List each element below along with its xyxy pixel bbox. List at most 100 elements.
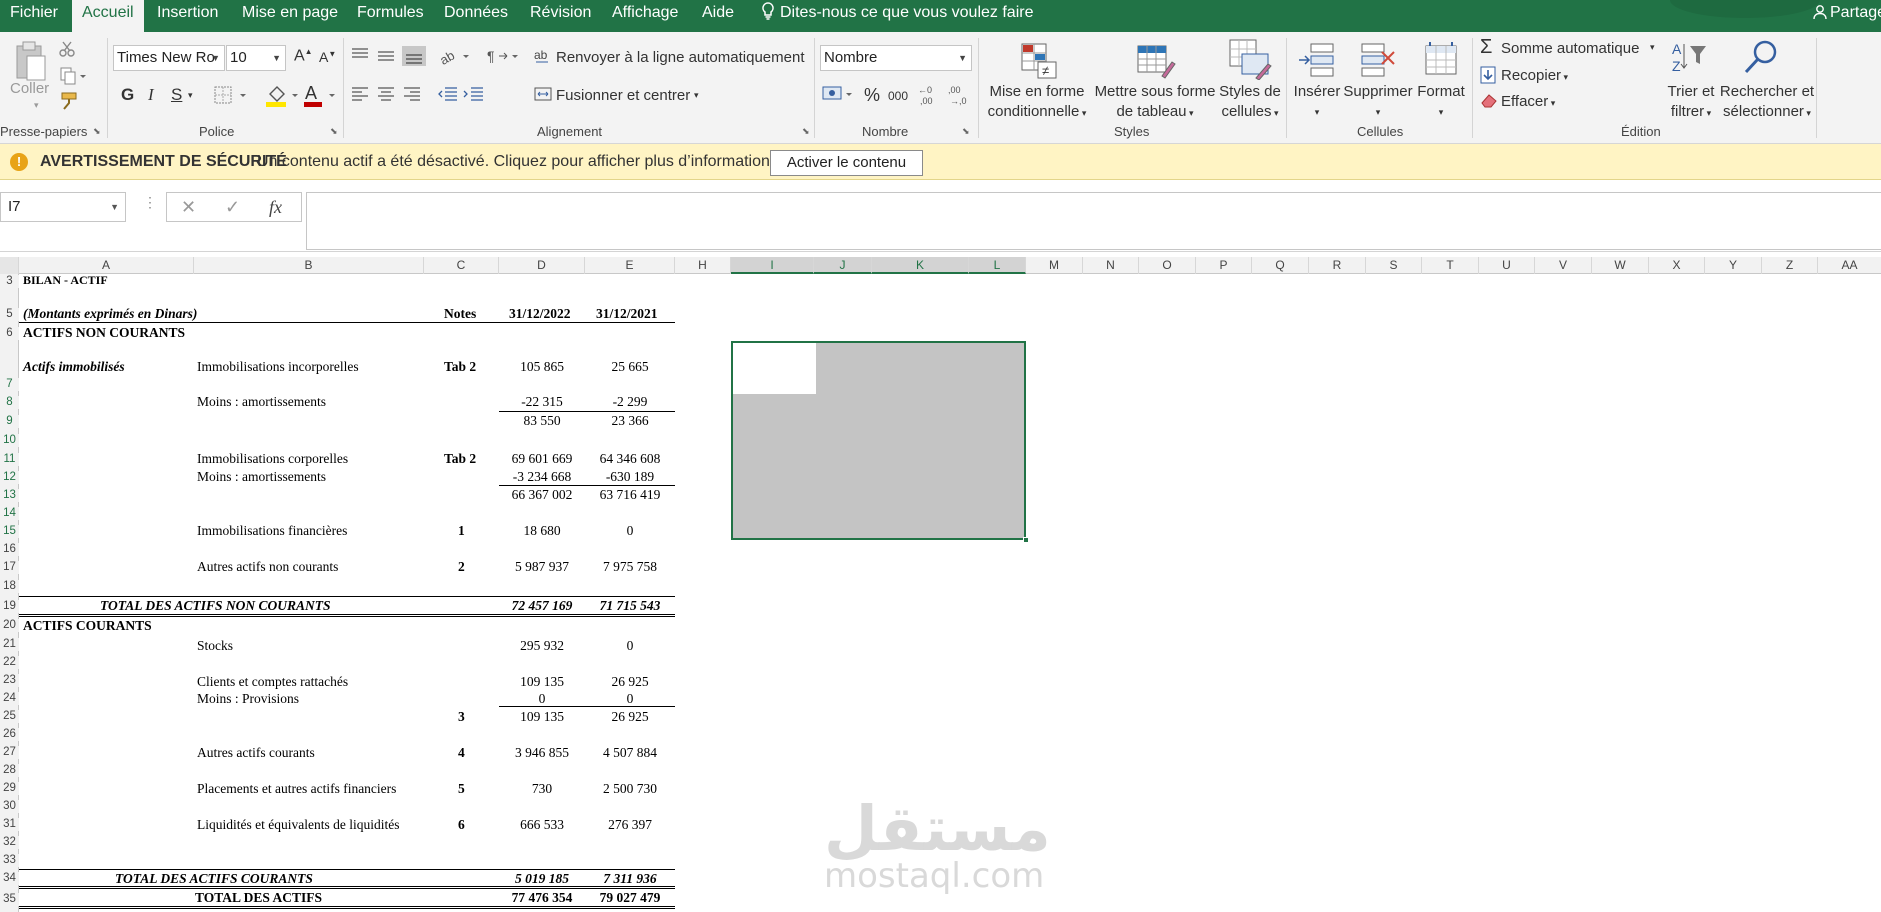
row-header[interactable]: 25 bbox=[0, 710, 19, 723]
row-label[interactable]: Liquidités et équivalents de liquidités bbox=[197, 817, 399, 833]
row-header[interactable]: 6 bbox=[0, 327, 19, 340]
row-note[interactable]: Tab 2 bbox=[444, 359, 476, 375]
row-header[interactable]: 20 bbox=[0, 619, 19, 632]
number-launcher-icon[interactable]: ⬊ bbox=[962, 126, 970, 137]
value-2021[interactable]: 4 507 884 bbox=[585, 745, 675, 761]
value-2021[interactable]: 26 925 bbox=[585, 709, 675, 725]
tab-insert[interactable]: Insertion bbox=[157, 0, 218, 32]
total-value-2021[interactable]: 7 311 936 bbox=[585, 871, 675, 887]
row-label[interactable]: Placements et autres actifs financiers bbox=[197, 781, 396, 797]
autosum-dropdown-icon[interactable]: ▾ bbox=[1650, 42, 1655, 53]
row-header[interactable]: 33 bbox=[0, 854, 19, 867]
value-2022[interactable]: 5 987 937 bbox=[499, 559, 585, 575]
row-label[interactable]: Clients et comptes rattachés bbox=[197, 674, 348, 690]
splitter-dots-icon[interactable]: ⋮ bbox=[143, 194, 157, 211]
row-note[interactable]: 2 bbox=[458, 559, 465, 575]
accounting-format-icon[interactable] bbox=[822, 84, 854, 106]
merge-center-button[interactable]: Fusionner et centrer bbox=[556, 87, 690, 104]
format-cells-button[interactable]: Format ▾ bbox=[1412, 82, 1470, 122]
row-header[interactable]: 13 bbox=[0, 489, 19, 502]
fill-button[interactable]: Recopier ▾ bbox=[1501, 67, 1568, 84]
column-header-e[interactable]: E bbox=[585, 257, 675, 274]
find-select-button[interactable]: Rechercher et sélectionner ▾ bbox=[1714, 82, 1820, 123]
name-box[interactable]: I7 ▼ bbox=[0, 192, 126, 222]
value-2021[interactable]: 276 397 bbox=[585, 817, 675, 833]
tab-file[interactable]: Fichier bbox=[10, 0, 58, 32]
value-2021[interactable]: 26 925 bbox=[585, 674, 675, 690]
column-header-u[interactable]: U bbox=[1479, 257, 1535, 274]
row-header[interactable]: 34 bbox=[0, 872, 19, 885]
row-label[interactable]: Autres actifs non courants bbox=[197, 559, 338, 575]
insert-cells-button[interactable]: Insérer ▾ bbox=[1290, 82, 1344, 122]
row-header[interactable]: 24 bbox=[0, 692, 19, 705]
row-header[interactable]: 12 bbox=[0, 471, 19, 484]
value-2022[interactable]: 730 bbox=[499, 781, 585, 797]
row-label[interactable]: Immobilisations incorporelles bbox=[197, 359, 359, 375]
vertical-align-icons[interactable] bbox=[350, 46, 428, 66]
paste-button[interactable]: Coller bbox=[10, 80, 49, 97]
formula-input[interactable] bbox=[306, 192, 1881, 250]
font-name-select[interactable]: Times New Ro ▼ bbox=[113, 45, 225, 71]
total-label[interactable]: TOTAL DES ACTIFS NON COURANTS bbox=[100, 598, 331, 614]
value-2022[interactable]: 69 601 669 bbox=[499, 451, 585, 467]
alignment-launcher-icon[interactable]: ⬊ bbox=[802, 126, 810, 137]
value-2021[interactable]: -630 189 bbox=[585, 469, 675, 485]
format-as-table-button[interactable]: Mettre sous forme de tableau ▾ bbox=[1092, 82, 1218, 123]
column-header-b[interactable]: B bbox=[194, 257, 424, 274]
column-header-l[interactable]: L bbox=[969, 257, 1026, 274]
currency-note[interactable]: (Montants exprimés en Dinars) bbox=[23, 306, 197, 322]
row-header[interactable]: 28 bbox=[0, 764, 19, 777]
row-header[interactable]: 9 bbox=[0, 415, 19, 428]
row-header[interactable]: 3 bbox=[0, 275, 19, 288]
indent-icons[interactable] bbox=[437, 84, 485, 104]
cell-selection-range[interactable] bbox=[731, 341, 1029, 543]
row-header[interactable]: 19 bbox=[0, 600, 19, 613]
value-2022[interactable]: 66 367 002 bbox=[499, 487, 585, 503]
column-header-q[interactable]: Q bbox=[1252, 257, 1309, 274]
underline-dropdown-icon[interactable]: ▾ bbox=[188, 90, 193, 101]
row-note[interactable]: 6 bbox=[458, 817, 465, 833]
column-header-n[interactable]: N bbox=[1083, 257, 1139, 274]
italic-button[interactable]: I bbox=[148, 85, 154, 105]
security-warning-message[interactable]: Un contenu actif a été désactivé. Clique… bbox=[257, 153, 782, 171]
section-non-current-assets[interactable]: ACTIFS NON COURANTS bbox=[23, 325, 185, 341]
column-header-v[interactable]: V bbox=[1535, 257, 1592, 274]
total-value-2022[interactable]: 5 019 185 bbox=[499, 871, 585, 887]
row-header[interactable]: 26 bbox=[0, 728, 19, 741]
total-value-2021[interactable]: 71 715 543 bbox=[585, 598, 675, 614]
borders-icon[interactable] bbox=[214, 86, 248, 104]
format-painter-icon[interactable] bbox=[60, 92, 80, 110]
value-2022[interactable]: 105 865 bbox=[499, 359, 585, 375]
font-launcher-icon[interactable]: ⬊ bbox=[330, 126, 338, 137]
clipboard-launcher-icon[interactable]: ⬊ bbox=[93, 126, 101, 137]
tab-review[interactable]: Révision bbox=[530, 0, 591, 32]
row-header[interactable]: 8 bbox=[0, 396, 19, 409]
row-note[interactable]: Tab 2 bbox=[444, 451, 476, 467]
number-format-select[interactable]: Nombre ▼ bbox=[820, 45, 972, 71]
wrap-text-button[interactable]: Renvoyer à la ligne automatiquement bbox=[556, 49, 804, 66]
column-header-a[interactable]: A bbox=[19, 257, 194, 274]
column-header-t[interactable]: T bbox=[1422, 257, 1479, 274]
row-label[interactable]: Moins : amortissements bbox=[197, 394, 326, 410]
delete-cells-button[interactable]: Supprimer ▾ bbox=[1342, 82, 1414, 122]
column-header-r[interactable]: R bbox=[1309, 257, 1366, 274]
row-header[interactable]: 17 bbox=[0, 561, 19, 574]
tab-page-layout[interactable]: Mise en page bbox=[242, 0, 338, 32]
row-header[interactable]: 23 bbox=[0, 674, 19, 687]
font-size-select[interactable]: 10 ▼ bbox=[226, 45, 286, 71]
header-notes[interactable]: Notes bbox=[444, 306, 476, 322]
row-header[interactable]: 16 bbox=[0, 543, 19, 556]
row-header[interactable]: 27 bbox=[0, 746, 19, 759]
sort-filter-button[interactable]: Trier et filtrer ▾ bbox=[1660, 82, 1722, 123]
total-label[interactable]: TOTAL DES ACTIFS COURANTS bbox=[115, 871, 313, 887]
underline-button[interactable]: S bbox=[171, 85, 182, 105]
row-header[interactable]: 11 bbox=[0, 453, 19, 466]
value-2021[interactable]: -2 299 bbox=[585, 394, 675, 410]
horizontal-align-icons[interactable] bbox=[350, 84, 428, 104]
value-2022[interactable]: 18 680 bbox=[499, 523, 585, 539]
column-header-y[interactable]: Y bbox=[1705, 257, 1762, 274]
font-color-icon[interactable]: A bbox=[303, 82, 339, 108]
column-header-p[interactable]: P bbox=[1196, 257, 1252, 274]
share-button[interactable]: Partage bbox=[1812, 0, 1881, 26]
value-2021[interactable]: 2 500 730 bbox=[585, 781, 675, 797]
